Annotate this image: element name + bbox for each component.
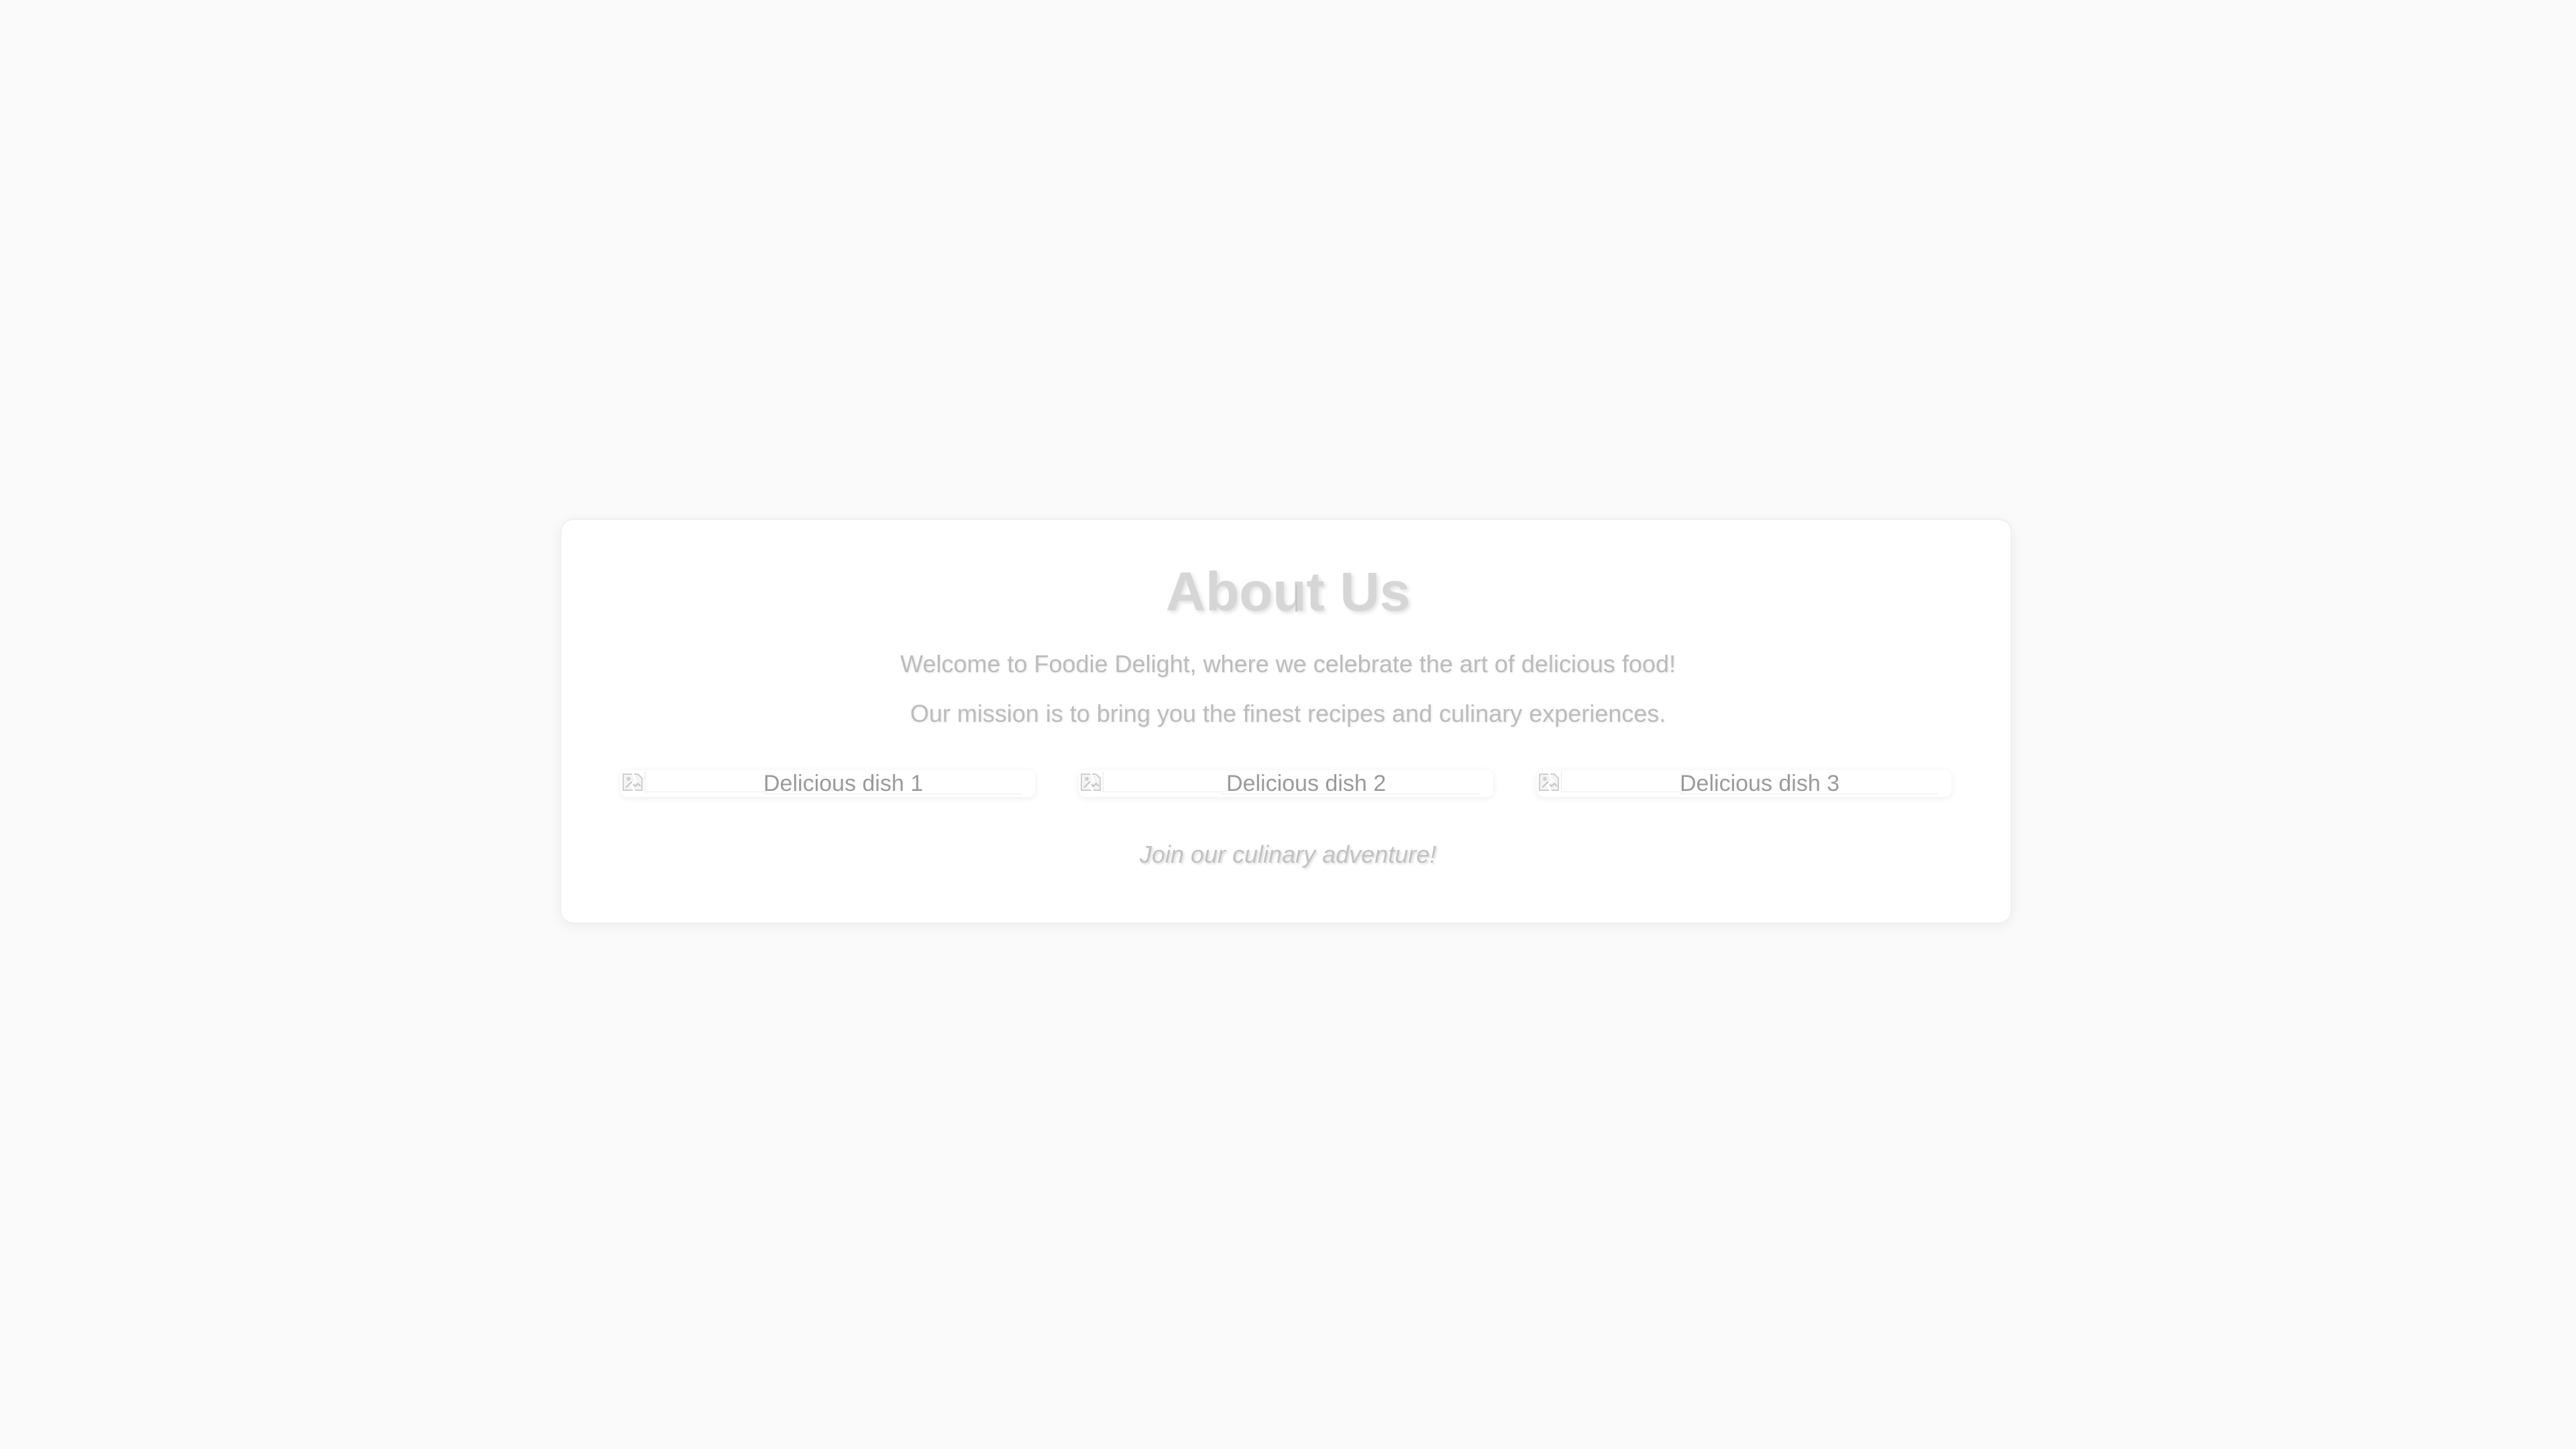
- image-placeholder-frame: [645, 771, 767, 792]
- page-title: About Us: [1165, 561, 1411, 623]
- dish-image-2: Delicious dish 2: [1079, 770, 1493, 797]
- dish-gallery: Delicious dish 1 Delicious dish 2 Delici…: [621, 770, 1951, 797]
- broken-image-icon: [623, 772, 643, 794]
- dish-image-1: Delicious dish 1: [621, 770, 1035, 797]
- image-alt-text: Delicious dish 1: [763, 771, 924, 796]
- image-placeholder-frame: [1561, 771, 1684, 792]
- text-cursor: [1295, 585, 1297, 612]
- mission-text: Our mission is to bring you the finest r…: [910, 700, 1666, 727]
- image-alt-text: Delicious dish 3: [1680, 771, 1840, 796]
- intro-text: Welcome to Foodie Delight, where we cele…: [900, 650, 1676, 678]
- image-alt-text: Delicious dish 2: [1226, 771, 1387, 796]
- broken-image-icon: [1539, 772, 1559, 794]
- dish-image-3: Delicious dish 3: [1537, 770, 1951, 797]
- broken-image-icon: [1081, 772, 1101, 794]
- image-placeholder-frame: [1103, 771, 1226, 792]
- footer-tagline: Join our culinary adventure!: [1139, 841, 1437, 868]
